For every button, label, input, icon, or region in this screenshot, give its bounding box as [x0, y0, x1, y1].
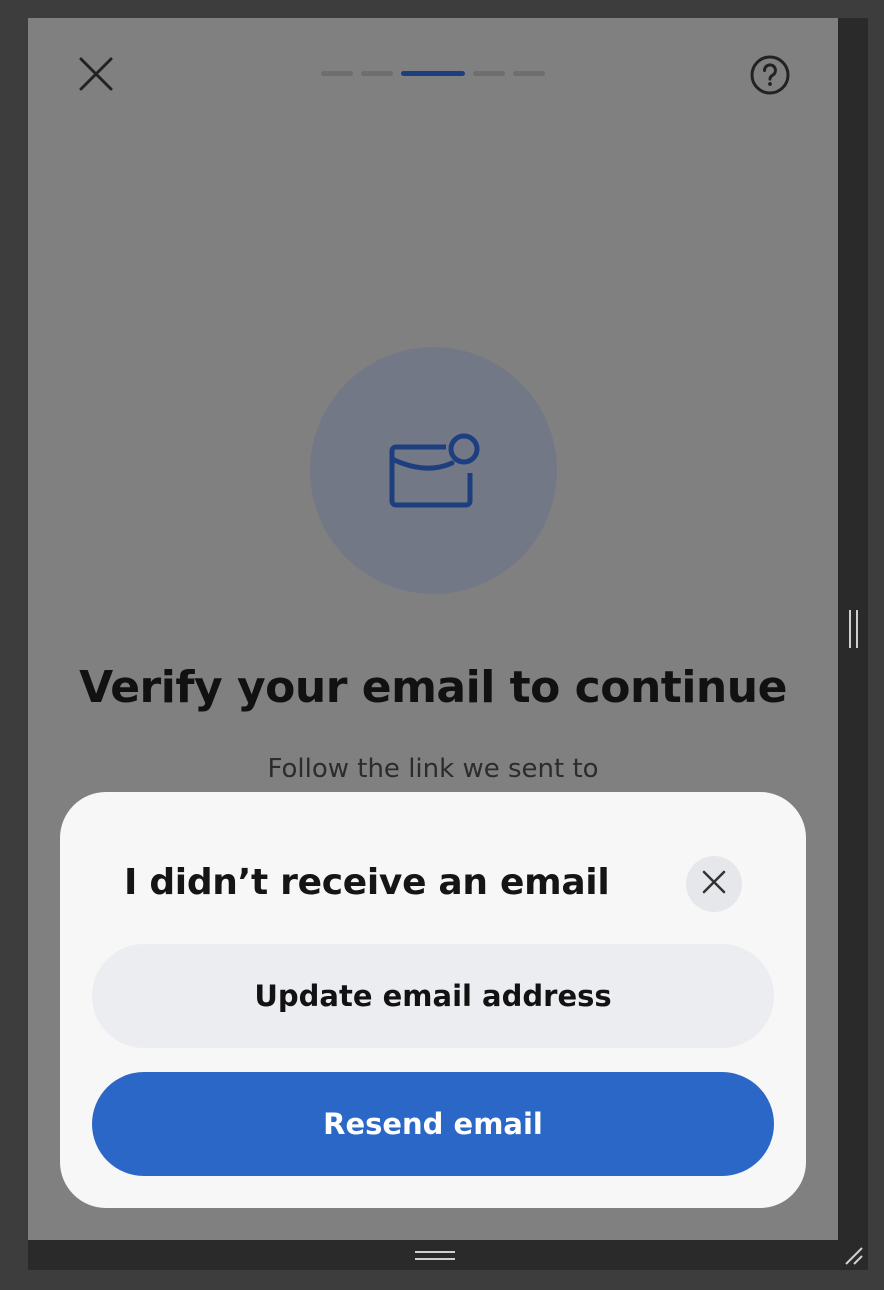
horizontal-resize-handle[interactable]: [415, 1251, 455, 1260]
resend-email-button[interactable]: Resend email: [92, 1072, 774, 1176]
progress-step: [321, 71, 353, 76]
sheet-title: I didn’t receive an email: [124, 862, 610, 903]
vertical-resize-handle[interactable]: [849, 610, 858, 648]
resize-corner-icon[interactable]: [842, 1244, 864, 1266]
question-circle-icon[interactable]: [750, 55, 790, 95]
close-icon: [701, 869, 727, 899]
page-title: Verify your email to continue: [79, 662, 787, 713]
progress-step-active: [401, 71, 465, 76]
progress-step: [513, 71, 545, 76]
email-illustration: [310, 347, 557, 594]
mail-notification-icon: [386, 429, 482, 513]
sheet-close-button[interactable]: [686, 856, 742, 912]
step-progress: [321, 71, 545, 76]
progress-step: [473, 71, 505, 76]
close-icon[interactable]: [78, 56, 114, 92]
progress-step: [361, 71, 393, 76]
update-email-button[interactable]: Update email address: [92, 944, 774, 1048]
bottom-sheet: I didn’t receive an email Update email a…: [60, 792, 806, 1208]
page-subtitle: Follow the link we sent to: [267, 754, 599, 784]
